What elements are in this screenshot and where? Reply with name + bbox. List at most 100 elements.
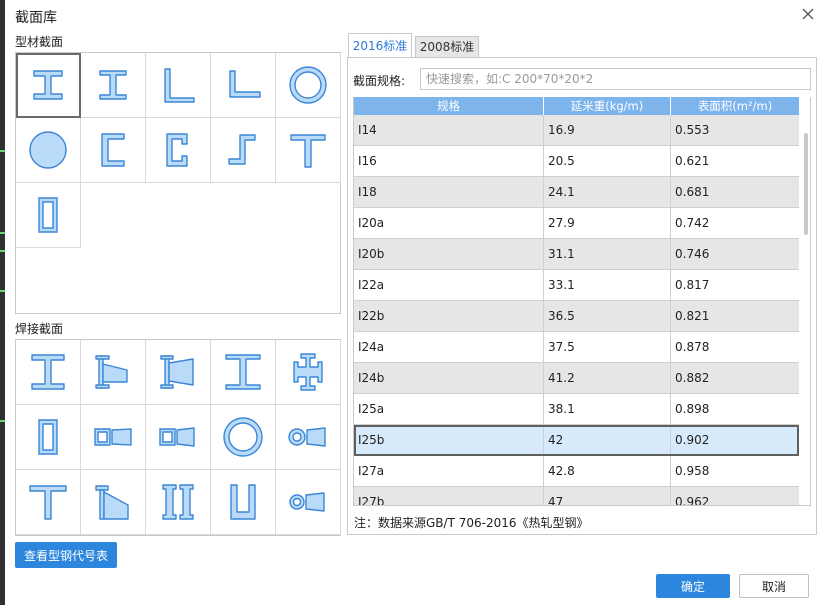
table-scrollbar[interactable] (801, 115, 810, 505)
column-header-spec[interactable]: 规格 (354, 97, 544, 115)
welded-shape-cell[interactable] (146, 340, 211, 405)
close-icon[interactable] (799, 5, 817, 23)
circular-tube-icon (286, 63, 330, 107)
table-cell-area: 0.962 (675, 495, 710, 506)
welded-shape-cell[interactable] (211, 470, 276, 535)
table-cell-weight: 47 (544, 487, 671, 505)
round-bar-icon (26, 128, 70, 172)
table-row[interactable]: I18 24.1 0.681 (354, 177, 799, 208)
profile-shape-cell[interactable] (146, 53, 211, 118)
welded-shape-cell[interactable] (146, 470, 211, 535)
table-cell-area: 0.746 (675, 247, 710, 261)
table-cell-spec: I20b (354, 239, 544, 269)
table-row[interactable]: I22a 33.1 0.817 (354, 270, 799, 301)
table-row[interactable]: I27b 47 0.962 (354, 487, 799, 506)
welded-shape-cell[interactable] (16, 405, 81, 470)
edge-mark (0, 232, 5, 234)
table-cell-spec: I25b (354, 427, 544, 454)
profile-shape-cell[interactable] (16, 118, 81, 183)
edge-mark (0, 290, 5, 292)
table-cell-weight: 24.1 (544, 177, 671, 207)
profile-shape-cell[interactable] (81, 53, 146, 118)
i-beam-icon (26, 63, 70, 107)
table-cell-weight: 36.5 (544, 301, 671, 331)
table-cell-spec: I14 (354, 115, 544, 145)
welded-shape-cell[interactable] (16, 340, 81, 405)
table-cell-spec: I16 (354, 146, 544, 176)
table-row[interactable]: I22b 36.5 0.821 (354, 301, 799, 332)
i-beam-narrow-icon (91, 63, 135, 107)
t-section-icon (286, 128, 330, 172)
welded-shape-cell[interactable] (16, 470, 81, 535)
background-window-edge (0, 0, 5, 605)
welded-circular-tube-icon (221, 415, 265, 459)
table-cell-area: 0.621 (675, 154, 710, 168)
dialog-title: 截面库 (15, 10, 57, 26)
welded-shape-cell[interactable] (211, 340, 276, 405)
welded-shape-cell[interactable] (211, 405, 276, 470)
table-cell-spec: I24a (354, 332, 544, 362)
edge-mark (0, 250, 5, 252)
welded-shape-cell[interactable] (81, 470, 146, 535)
profile-shape-cell[interactable] (16, 53, 81, 118)
angle-equal-icon (156, 63, 200, 107)
table-row[interactable]: I25b 42 0.902 (354, 425, 799, 456)
tapered-box-short-icon (156, 415, 200, 459)
cancel-button[interactable]: 取消 (739, 574, 809, 598)
table-row[interactable]: I16 20.5 0.621 (354, 146, 799, 177)
profile-shape-cell[interactable] (81, 118, 146, 183)
welded-shape-cell[interactable] (146, 405, 211, 470)
spec-table: 规格 延米重(kg/m) 表面积(m²/m) I14 16.9 0.553 I16 20… (353, 97, 811, 506)
welded-shape-cell[interactable] (276, 405, 341, 470)
profile-section-label: 型材截面 (15, 35, 64, 49)
profile-shape-cell[interactable] (211, 118, 276, 183)
tapered-tube-icon (286, 415, 330, 459)
profile-shape-cell[interactable] (211, 53, 276, 118)
table-cell-weight: 31.1 (544, 239, 671, 269)
welded-shape-grid (15, 339, 341, 536)
view-steel-codes-button[interactable]: 查看型钢代号表 (15, 542, 117, 568)
tapered-box-icon (91, 415, 135, 459)
table-cell-weight: 38.1 (544, 394, 671, 424)
profile-shape-cell[interactable] (276, 53, 341, 118)
table-row[interactable]: I27a 42.8 0.958 (354, 456, 799, 487)
table-row[interactable]: I14 16.9 0.553 (354, 115, 799, 146)
table-row[interactable]: I20a 27.9 0.742 (354, 208, 799, 239)
table-cell-area: 0.878 (675, 340, 710, 354)
profile-shape-cell[interactable] (276, 118, 341, 183)
table-row[interactable]: I24a 37.5 0.878 (354, 332, 799, 363)
welded-section-label: 焊接截面 (15, 322, 64, 336)
tab-2008[interactable]: 2008标准 (415, 36, 479, 58)
table-cell-weight: 41.2 (544, 363, 671, 393)
search-label: 截面规格: (353, 74, 406, 88)
table-cell-spec: I27b (354, 487, 544, 505)
welded-shape-cell[interactable] (81, 405, 146, 470)
column-header-area[interactable]: 表面积(m²/m) (671, 97, 799, 115)
welded-shape-cell[interactable] (81, 340, 146, 405)
channel-icon (91, 128, 135, 172)
scrollbar-thumb[interactable] (804, 133, 808, 235)
tab-2016[interactable]: 2016标准 (348, 33, 412, 58)
table-cell-weight: 42 (544, 427, 671, 454)
table-row[interactable]: I20b 31.1 0.746 (354, 239, 799, 270)
table-cell-weight: 33.1 (544, 270, 671, 300)
rectangular-tube-icon (26, 193, 70, 237)
column-header-weight[interactable]: 延米重(kg/m) (544, 97, 671, 115)
table-cell-area: 0.742 (675, 216, 710, 230)
z-section-icon (221, 128, 265, 172)
table-cell-area: 0.553 (675, 123, 710, 137)
tapered-i-beam-both-icon (156, 350, 200, 394)
table-row[interactable]: I25a 38.1 0.898 (354, 394, 799, 425)
profile-shape-cell[interactable] (16, 183, 81, 248)
edge-mark (0, 150, 5, 152)
welded-shape-cell[interactable] (276, 470, 341, 535)
table-cell-area: 0.681 (675, 185, 710, 199)
table-row[interactable]: I24b 41.2 0.882 (354, 363, 799, 394)
ok-button[interactable]: 确定 (656, 574, 730, 598)
profile-shape-cell[interactable] (146, 118, 211, 183)
welded-shape-cell[interactable] (276, 340, 341, 405)
table-cell-weight: 37.5 (544, 332, 671, 362)
table-cell-weight: 20.5 (544, 146, 671, 176)
search-input[interactable] (420, 68, 811, 90)
edge-mark (0, 420, 5, 422)
